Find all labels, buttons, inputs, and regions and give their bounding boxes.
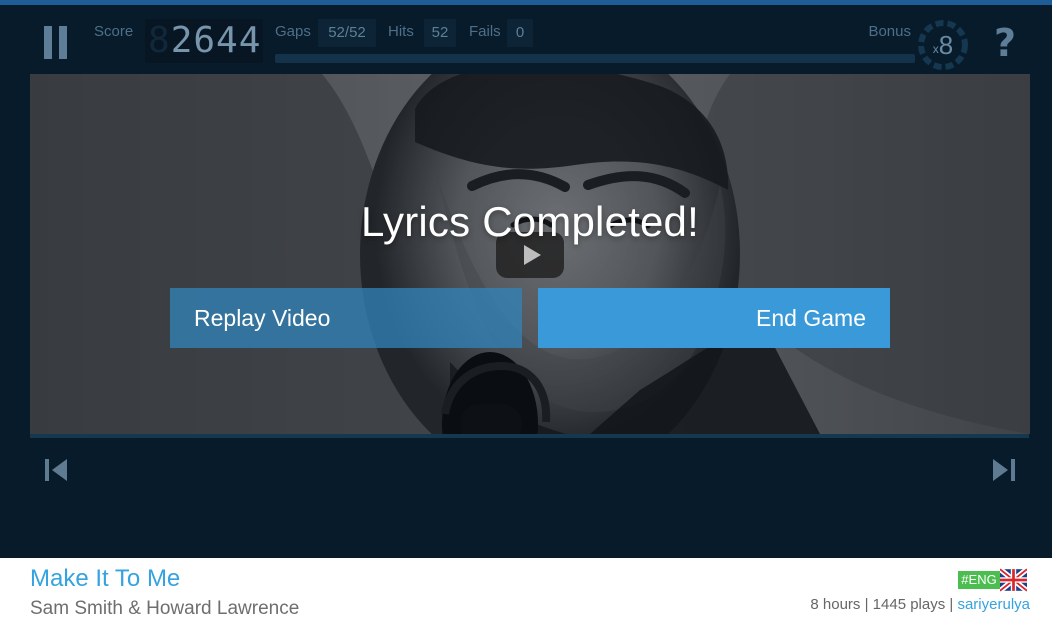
hits-label: Hits xyxy=(388,23,414,40)
song-meta: 8 hours | 1445 plays | sariyerulya xyxy=(810,595,1030,615)
end-game-button[interactable]: End Game xyxy=(538,288,890,348)
bonus-multiplier: x8 xyxy=(928,28,958,62)
uk-flag-icon xyxy=(1000,568,1027,592)
song-plays: 1445 plays xyxy=(872,596,946,613)
video-player[interactable]: Lyrics Completed! Replay Video End Game xyxy=(30,74,1030,434)
skip-next-icon[interactable] xyxy=(992,457,1016,483)
language-tag[interactable]: #ENG xyxy=(958,571,1000,589)
song-artist: Sam Smith & Howard Lawrence xyxy=(30,598,300,619)
hits-value: 52 xyxy=(424,19,456,47)
score-display: 82644 xyxy=(145,19,263,63)
song-title[interactable]: Make It To Me xyxy=(30,565,180,593)
meta-separator: | xyxy=(945,596,958,613)
question-mark-icon[interactable]: ? xyxy=(990,23,1020,63)
meta-separator: | xyxy=(860,596,873,613)
score-ghost-digit: 8 xyxy=(148,20,171,61)
lyrics-completed-title: Lyrics Completed! xyxy=(361,198,699,245)
fails-value: 0 xyxy=(507,19,533,47)
gaps-value: 52/52 xyxy=(318,19,376,47)
bonus-value: 8 xyxy=(938,30,954,60)
gaps-label: Gaps xyxy=(275,23,311,40)
pause-icon[interactable] xyxy=(44,26,68,59)
game-progress-track xyxy=(275,54,915,63)
song-info-panel: Make It To Me Sam Smith & Howard Lawrenc… xyxy=(0,558,1052,630)
video-timeline-line xyxy=(30,434,1029,438)
fails-label: Fails xyxy=(469,23,501,40)
bonus-label: Bonus xyxy=(868,23,911,40)
uploader-link[interactable]: sariyerulya xyxy=(957,596,1030,613)
skip-previous-icon[interactable] xyxy=(44,457,68,483)
game-hud: Score 82644 Gaps 52/52 Hits 52 Fails 0 B… xyxy=(0,5,1052,70)
game-progress-fill xyxy=(275,54,915,63)
score-label: Score xyxy=(94,23,134,40)
replay-video-button[interactable]: Replay Video xyxy=(170,288,522,348)
score-value: 2644 xyxy=(170,20,262,61)
lyricstraining-game: Score 82644 Gaps 52/52 Hits 52 Fails 0 B… xyxy=(0,0,1052,630)
song-duration: 8 hours xyxy=(810,596,861,613)
